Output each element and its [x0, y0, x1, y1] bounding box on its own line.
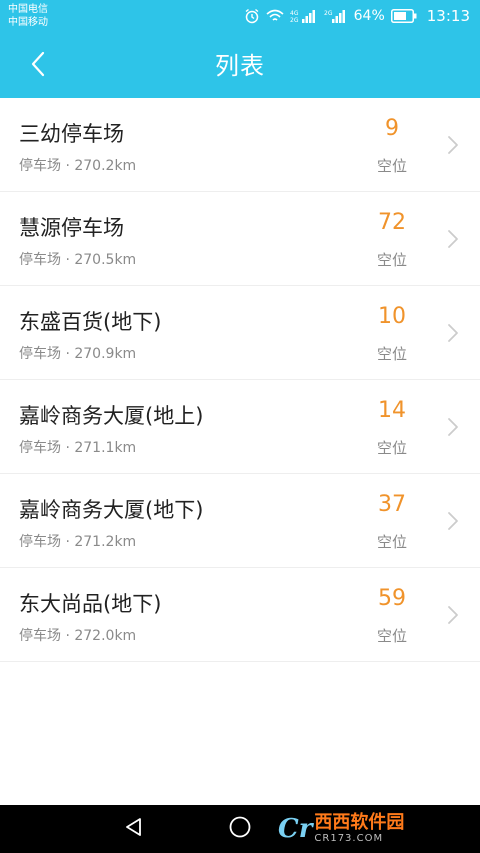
item-count: 72 — [378, 210, 406, 235]
separator: · — [65, 158, 70, 174]
page-title: 列表 — [215, 52, 265, 80]
nav-back-button[interactable] — [120, 815, 148, 843]
item-distance: 271.1km — [74, 440, 137, 456]
home-circle-icon — [228, 815, 252, 843]
item-type: 停车场 — [19, 534, 61, 550]
item-name: 东盛百货(地下) — [19, 310, 162, 334]
carrier-info: 中国电信 中国移动 — [8, 3, 48, 29]
item-meta: 停车场 · 271.2km — [19, 531, 136, 551]
item-distance: 271.2km — [74, 534, 137, 550]
item-type: 停车场 — [19, 440, 61, 456]
separator: · — [65, 252, 70, 268]
separator: · — [65, 346, 70, 362]
item-count-label: 空位 — [376, 157, 407, 175]
list-item[interactable]: 嘉岭商务大厦(地上) 停车场 · 271.1km 14 空位 — [0, 380, 480, 474]
status-bar: 中国电信 中国移动 4G 2G 2G 64% 13:13 — [0, 0, 480, 34]
nav-home-button[interactable] — [226, 815, 254, 843]
svg-text:2G: 2G — [324, 10, 333, 17]
item-meta: 停车场 · 271.1km — [19, 437, 136, 457]
list-item[interactable]: 嘉岭商务大厦(地下) 停车场 · 271.2km 37 空位 — [0, 474, 480, 568]
item-type: 停车场 — [19, 252, 61, 268]
item-distance: 270.2km — [74, 158, 137, 174]
back-triangle-icon — [123, 816, 145, 842]
status-time: 13:13 — [426, 7, 470, 25]
chevron-right-icon — [446, 134, 460, 156]
item-count-label: 空位 — [376, 627, 407, 645]
watermark-sub: CR173.COM — [314, 833, 384, 844]
watermark-logo-icon: Cr — [278, 814, 313, 844]
chevron-right-icon — [446, 604, 460, 626]
list-item[interactable]: 三幼停车场 停车场 · 270.2km 9 空位 — [0, 98, 480, 192]
item-count-label: 空位 — [376, 533, 407, 551]
item-name: 嘉岭商务大厦(地上) — [19, 404, 204, 428]
item-type: 停车场 — [19, 628, 61, 644]
item-type: 停车场 — [19, 346, 61, 362]
item-count-label: 空位 — [376, 439, 407, 457]
wifi-icon — [266, 9, 284, 23]
separator: · — [65, 628, 70, 644]
item-count: 9 — [385, 116, 399, 141]
item-meta: 停车场 · 270.9km — [19, 343, 136, 363]
list-item[interactable]: 东盛百货(地下) 停车场 · 270.9km 10 空位 — [0, 286, 480, 380]
screen: 中国电信 中国移动 4G 2G 2G 64% 13:13 列表 三幼停车场 停车… — [0, 0, 480, 853]
battery-percent: 64% — [353, 8, 385, 24]
list-item[interactable]: 东大尚品(地下) 停车场 · 272.0km 59 空位 — [0, 568, 480, 662]
item-distance: 270.9km — [74, 346, 137, 362]
item-meta: 停车场 · 270.2km — [19, 155, 136, 175]
chevron-right-icon — [446, 322, 460, 344]
item-name: 嘉岭商务大厦(地下) — [19, 498, 204, 522]
item-distance: 272.0km — [74, 628, 137, 644]
svg-text:4G: 4G — [290, 10, 299, 17]
item-count: 37 — [378, 492, 406, 517]
title-bar: 列表 — [0, 34, 480, 98]
header: 中国电信 中国移动 4G 2G 2G 64% 13:13 列表 — [0, 0, 480, 98]
item-name: 三幼停车场 — [19, 122, 124, 146]
status-icons: 4G 2G 2G 64% 13:13 — [244, 6, 470, 26]
item-count: 14 — [378, 398, 406, 423]
item-type: 停车场 — [19, 158, 61, 174]
chevron-right-icon — [446, 416, 460, 438]
list-item[interactable]: 慧源停车场 停车场 · 270.5km 72 空位 — [0, 192, 480, 286]
item-distance: 270.5km — [74, 252, 137, 268]
watermark-text: 西西软件园 CR173.COM — [314, 814, 404, 844]
signal-2g-icon: 2G — [324, 8, 348, 24]
item-meta: 停车场 · 272.0km — [19, 625, 136, 645]
chevron-right-icon — [446, 510, 460, 532]
watermark-main: 西西软件园 — [314, 812, 405, 833]
item-count: 10 — [378, 304, 406, 329]
item-name: 慧源停车场 — [19, 216, 124, 240]
carrier-2: 中国移动 — [8, 17, 48, 28]
separator: · — [65, 534, 70, 550]
watermark: Cr 西西软件园 CR173.COM — [278, 809, 460, 849]
item-meta: 停车场 · 270.5km — [19, 249, 136, 269]
item-count-label: 空位 — [376, 251, 407, 269]
chevron-right-icon — [446, 228, 460, 250]
carrier-1: 中国电信 — [8, 4, 48, 15]
item-count-label: 空位 — [376, 345, 407, 363]
parking-list: 三幼停车场 停车场 · 270.2km 9 空位 慧源停车场 停车场 · 270… — [0, 98, 480, 662]
system-nav-bar: Cr 西西软件园 CR173.COM — [0, 805, 480, 853]
item-name: 东大尚品(地下) — [19, 592, 162, 616]
battery-icon — [390, 9, 417, 23]
separator: · — [65, 440, 70, 456]
alarm-icon — [244, 8, 260, 24]
signal-4g-icon: 4G 2G — [290, 8, 318, 24]
svg-text:2G: 2G — [290, 17, 299, 24]
item-count: 59 — [378, 586, 406, 611]
